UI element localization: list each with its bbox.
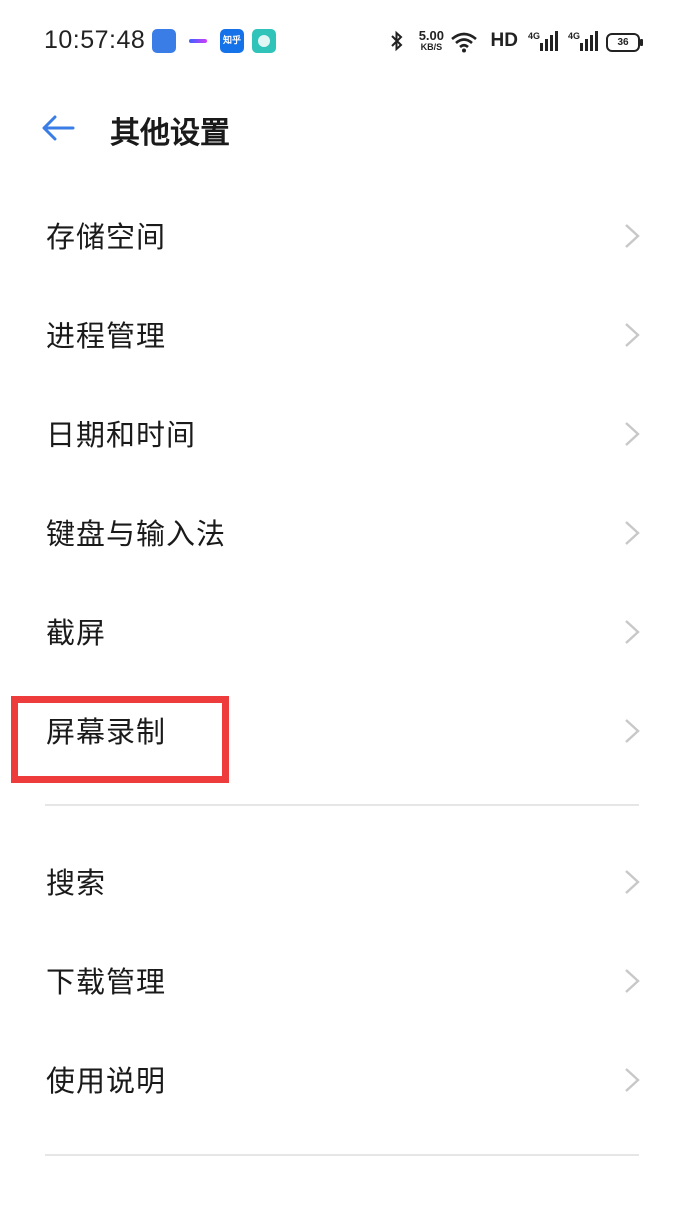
- section-divider: [45, 804, 639, 806]
- chevron-right-icon: [625, 719, 640, 743]
- chevron-right-icon: [625, 870, 640, 894]
- settings-item-keyboard-input[interactable]: 键盘与输入法: [0, 483, 684, 582]
- signal-network-type: 4G: [528, 31, 540, 41]
- bluetooth-icon: [391, 30, 403, 52]
- page-header: 其他设置: [0, 90, 684, 170]
- chevron-right-icon: [625, 323, 640, 347]
- settings-item-download-management[interactable]: 下载管理: [0, 931, 684, 1030]
- network-speed: 5.00 KB/S: [419, 29, 444, 53]
- chevron-right-icon: [625, 620, 640, 644]
- settings-item-label: 搜索: [46, 866, 107, 900]
- signal-strength-icon-2: 4G: [568, 31, 598, 51]
- chevron-right-icon: [625, 224, 640, 248]
- zhihu-notification-icon: 知乎: [220, 29, 244, 53]
- back-button[interactable]: [30, 100, 86, 156]
- settings-item-screenshot[interactable]: 截屏: [0, 582, 684, 681]
- chevron-right-icon: [625, 1068, 640, 1092]
- settings-list-group-1: 存储空间 进程管理 日期和时间 键盘与输入法 截屏 屏幕录制: [0, 186, 684, 780]
- signal-network-type-2: 4G: [568, 31, 580, 41]
- battery-indicator: 36: [606, 33, 643, 52]
- settings-item-label: 进程管理: [46, 319, 167, 353]
- hd-voice-indicator: HD: [490, 30, 518, 51]
- settings-item-search[interactable]: 搜索: [0, 832, 684, 931]
- settings-item-label: 下载管理: [46, 965, 167, 999]
- signal-strength-icon: 4G: [528, 31, 558, 51]
- settings-item-label: 键盘与输入法: [46, 517, 227, 551]
- chevron-right-icon: [625, 422, 640, 446]
- settings-item-label: 截屏: [46, 616, 107, 650]
- network-speed-unit: KB/S: [420, 42, 443, 52]
- settings-item-label: 日期和时间: [46, 418, 197, 452]
- status-bar: 10:57:48 知乎 5.00 KB/S HD 4G 4G 36: [0, 0, 684, 84]
- status-time: 10:57:48: [44, 26, 146, 54]
- settings-list-group-2: 搜索 下载管理 使用说明: [0, 832, 684, 1129]
- network-speed-value: 5.00: [418, 28, 444, 43]
- page-title: 其他设置: [110, 116, 230, 151]
- app-notification-icon: [252, 29, 276, 53]
- arrow-left-icon: [42, 115, 75, 141]
- settings-item-label: 存储空间: [46, 220, 167, 254]
- settings-item-label: 使用说明: [46, 1064, 167, 1098]
- taobao-notification-icon: [152, 29, 176, 53]
- chevron-right-icon: [625, 521, 640, 545]
- app-dash-notification-icon: [189, 39, 207, 43]
- settings-item-process-management[interactable]: 进程管理: [0, 285, 684, 384]
- wifi-icon: [451, 32, 477, 53]
- settings-item-label: 屏幕录制: [46, 715, 167, 749]
- settings-item-storage[interactable]: 存储空间: [0, 186, 684, 285]
- section-divider: [45, 1154, 639, 1156]
- settings-item-date-time[interactable]: 日期和时间: [0, 384, 684, 483]
- chevron-right-icon: [625, 969, 640, 993]
- settings-item-screen-recording[interactable]: 屏幕录制: [0, 681, 684, 780]
- settings-item-user-guide[interactable]: 使用说明: [0, 1030, 684, 1129]
